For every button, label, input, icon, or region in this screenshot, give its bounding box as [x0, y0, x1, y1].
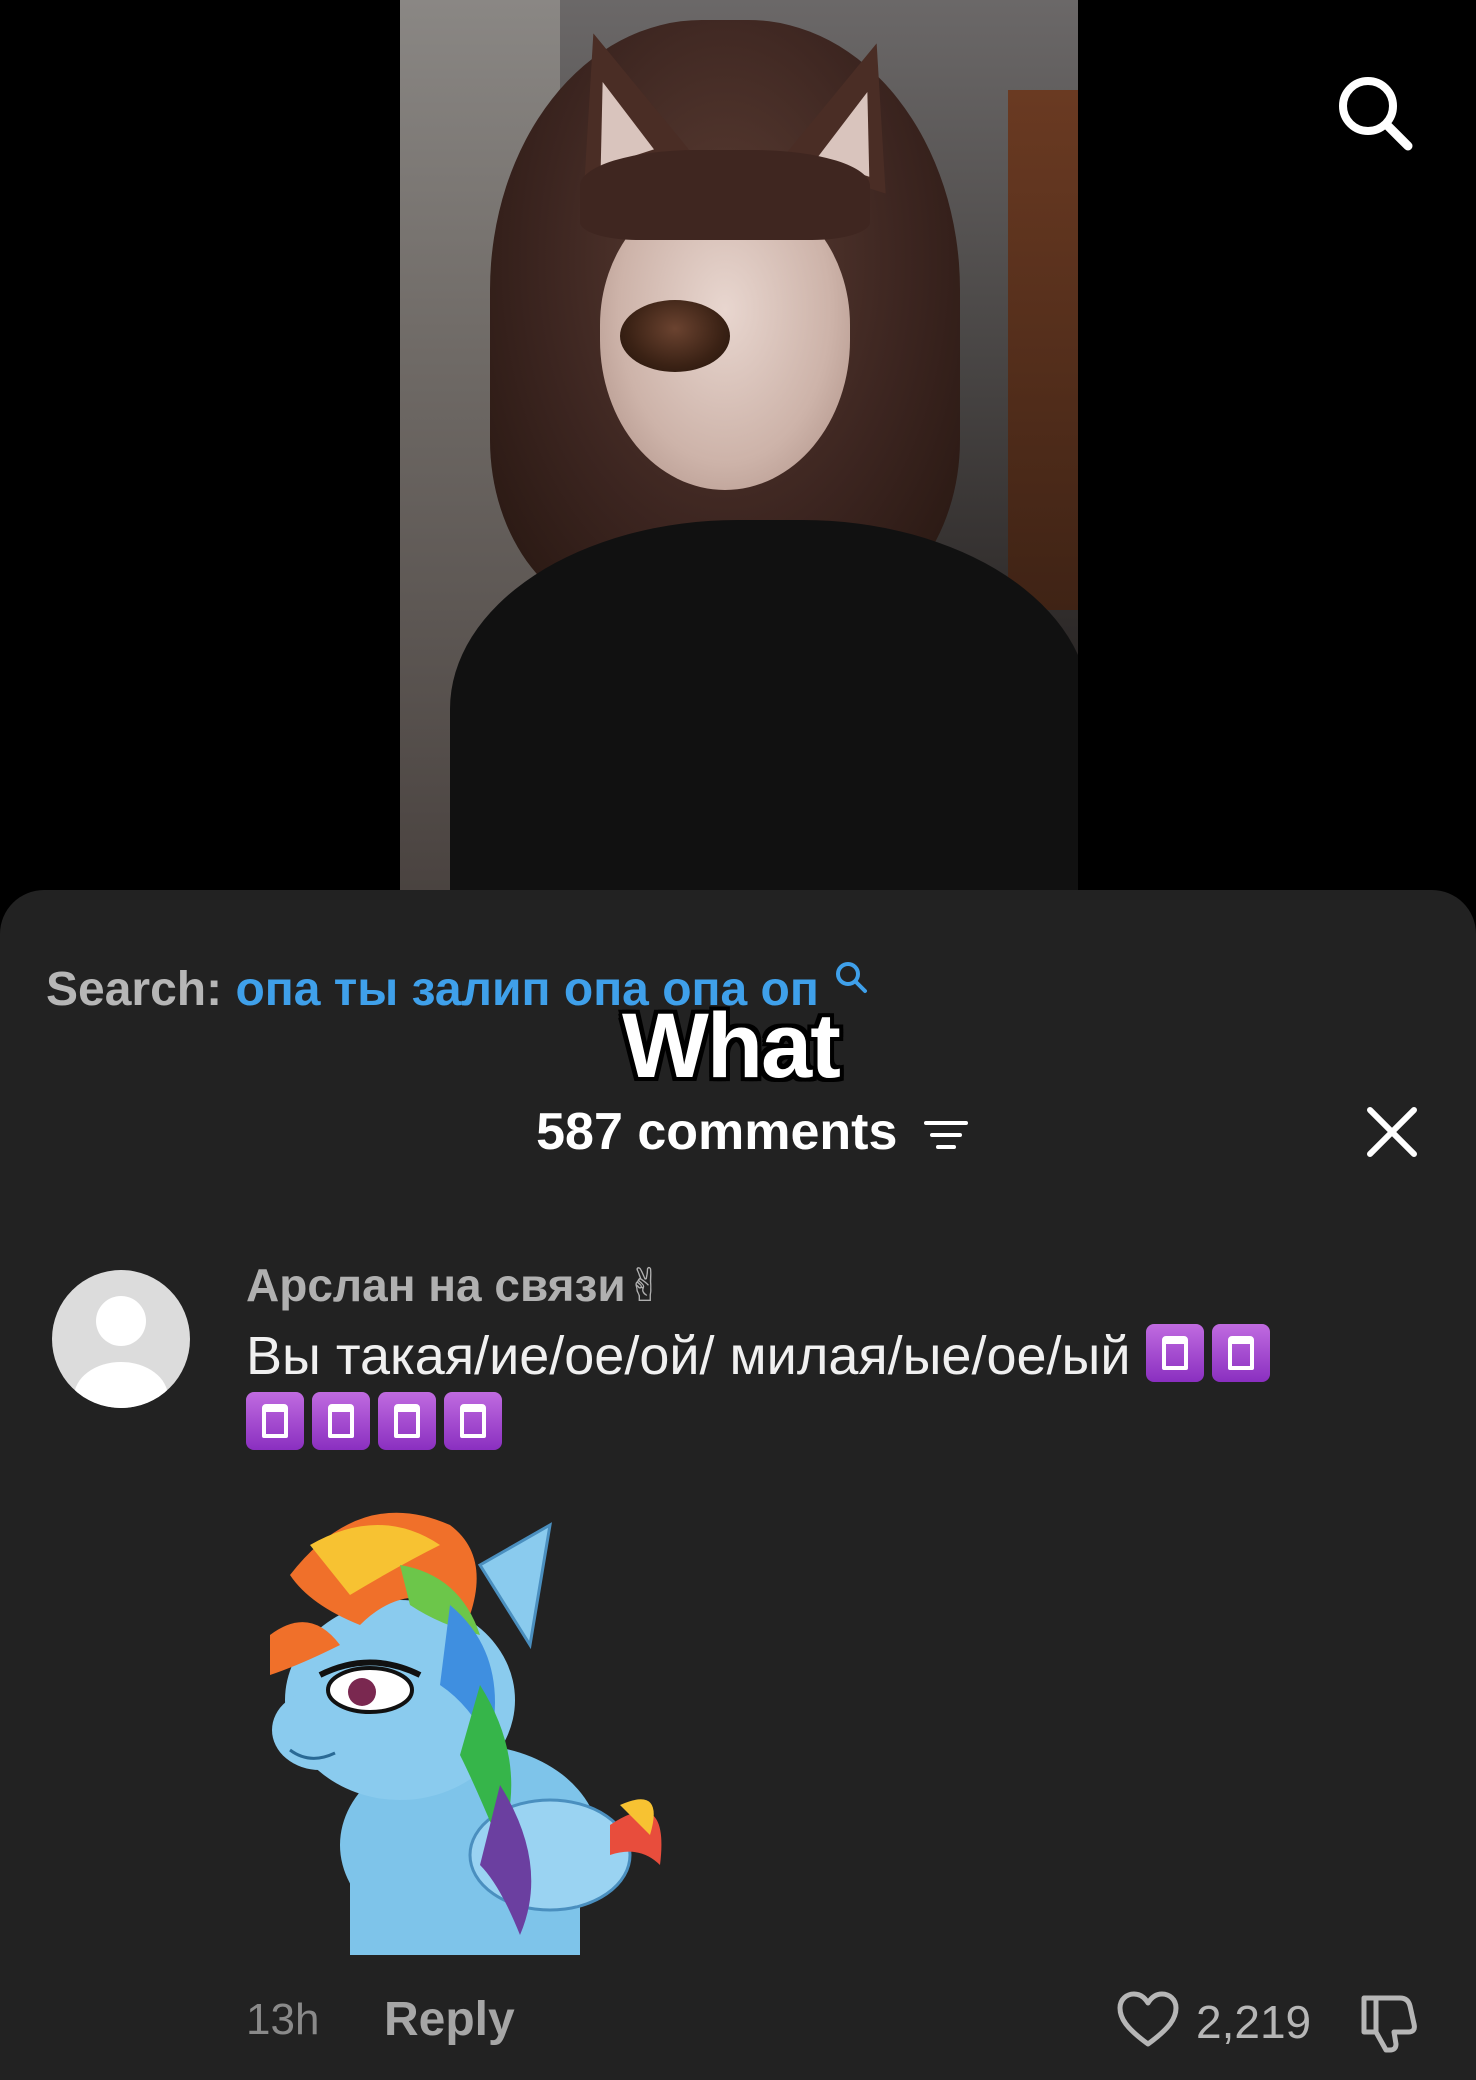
reply-button[interactable]: Reply: [384, 1992, 515, 2047]
purple-elevator-emoji-icon: [246, 1392, 304, 1450]
heart-icon[interactable]: [1116, 1990, 1180, 2050]
purple-elevator-emoji-icon: [1145, 1324, 1204, 1382]
app-screen: Search: опа ты залип опа опа оп What 587…: [0, 0, 1476, 2080]
filter-dog-nose: [620, 300, 730, 372]
comment-timestamp: 13h: [246, 1995, 320, 2044]
search-icon[interactable]: [1332, 70, 1416, 154]
purple-elevator-emoji-icon: [1211, 1324, 1270, 1382]
thumbs-down-icon[interactable]: [1356, 1988, 1426, 2054]
video-person-bangs: [580, 150, 870, 240]
comments-sheet: Search: опа ты залип опа опа оп What 587…: [0, 890, 1476, 2080]
search-query-icon: [836, 962, 868, 993]
purple-elevator-emoji-icon: [378, 1392, 436, 1450]
purple-elevator-emoji-icon: [444, 1392, 502, 1450]
like-count: 2,219: [1196, 1996, 1312, 2048]
video-background-door: [1008, 90, 1078, 610]
video-player[interactable]: [400, 0, 1078, 890]
comments-header: 587 comments: [0, 1102, 1476, 1162]
purple-elevator-emoji-icon: [312, 1392, 370, 1450]
search-label: Search:: [46, 963, 223, 1016]
comment-author[interactable]: Арслан на связи✌: [246, 1258, 664, 1312]
comments-count: 587 comments: [536, 1103, 898, 1161]
avatar-head: [96, 1296, 146, 1346]
avatar[interactable]: [52, 1270, 190, 1408]
avatar-shoulders: [74, 1362, 168, 1408]
video-person-body: [450, 520, 1078, 890]
comment-text: Вы такая/ие/ое/ой/ милая/ые/ое/ый: [246, 1322, 1436, 1458]
caption-overlay-text: What: [622, 995, 841, 1097]
comment-text-content: Вы такая/ие/ое/ой/ милая/ые/ое/ый: [246, 1326, 1131, 1386]
sort-icon[interactable]: [922, 1115, 970, 1155]
pony-sticker[interactable]: [250, 1485, 670, 1955]
close-icon[interactable]: [1364, 1104, 1420, 1160]
